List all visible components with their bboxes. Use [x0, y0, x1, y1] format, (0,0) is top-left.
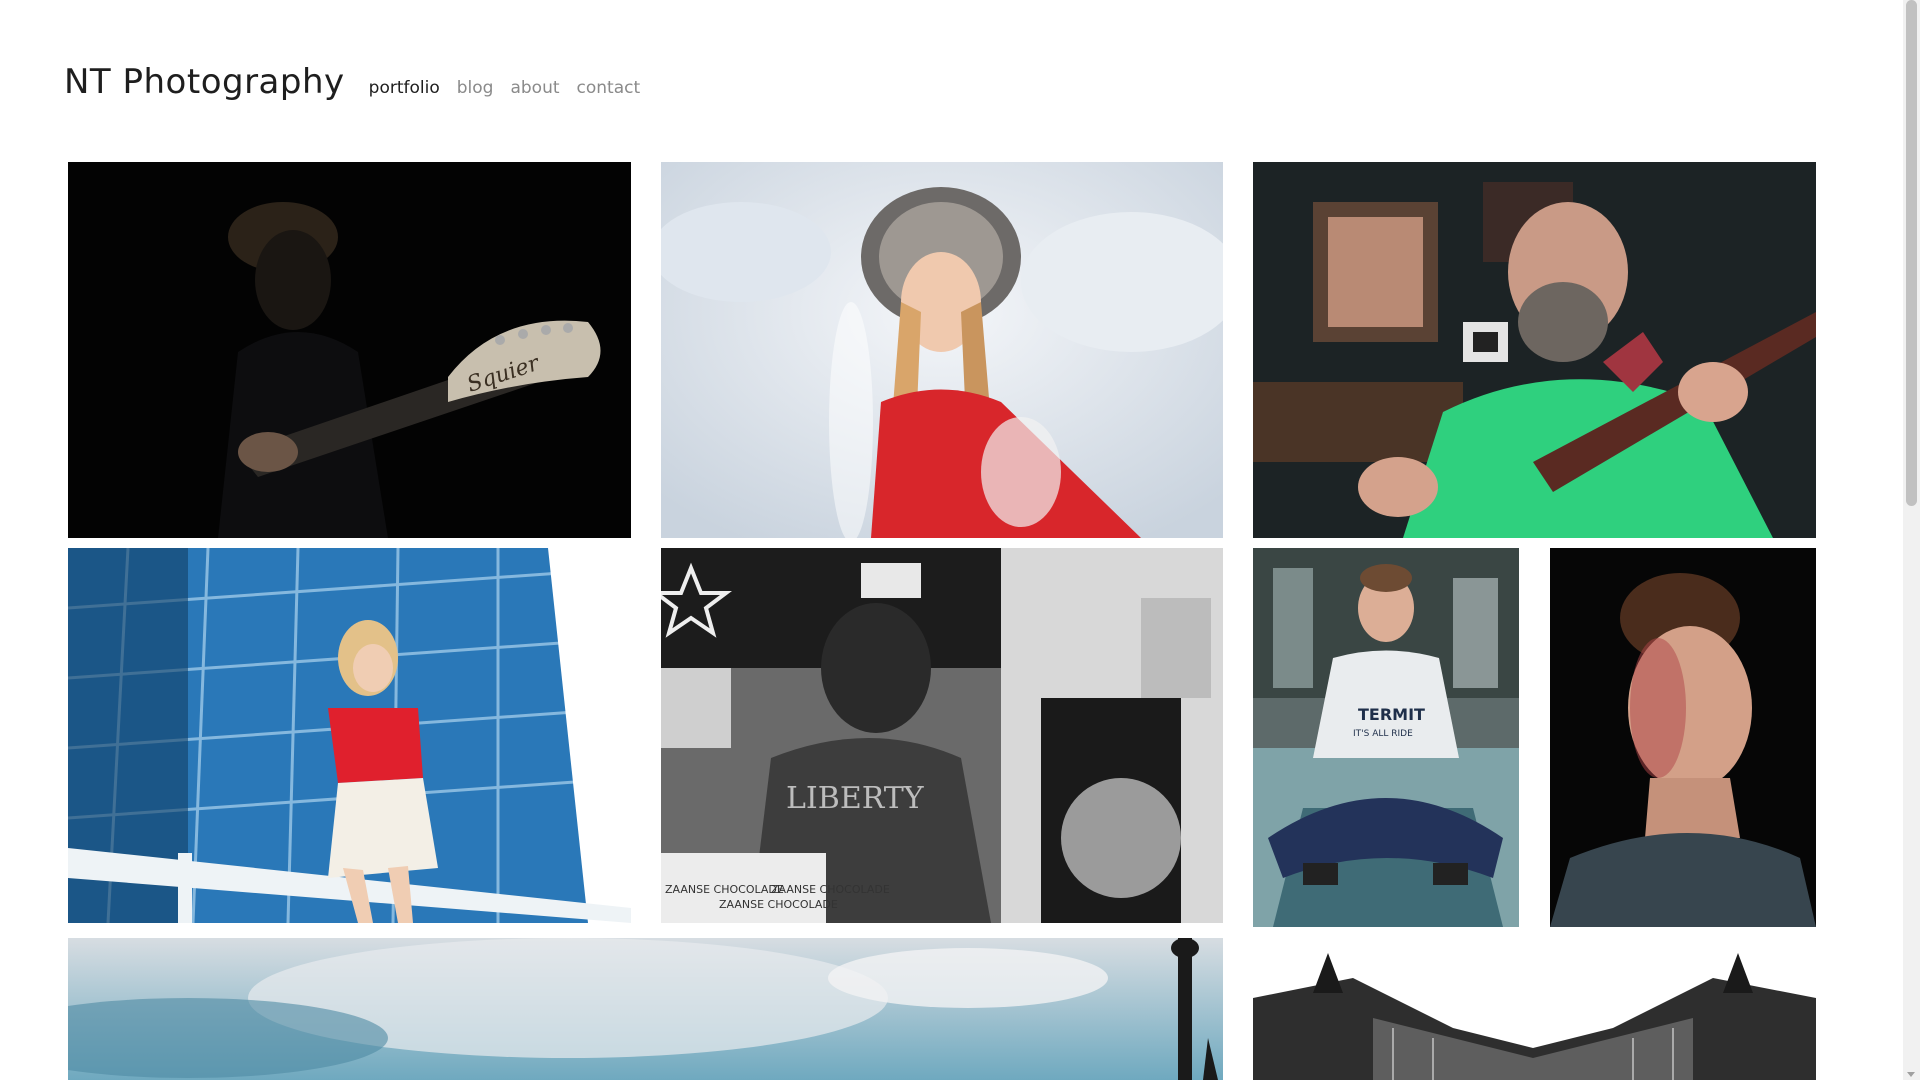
page-scrollbar[interactable] [1903, 0, 1920, 1080]
scroll-down-arrow-icon[interactable] [1907, 1072, 1915, 1077]
photo-city-skyline[interactable] [68, 938, 1223, 1080]
shirt-text-2: IT'S ALL RIDE [1353, 729, 1413, 739]
photo-guitar-boy[interactable]: Squier [68, 162, 631, 538]
site-title[interactable]: NT Photography [64, 62, 345, 102]
nav-portfolio[interactable]: portfolio [369, 78, 440, 98]
main-nav: portfolio blog about contact [369, 78, 641, 98]
package-text-2: ZAANSE CHOCOLADE [719, 898, 838, 911]
nav-contact[interactable]: contact [577, 78, 641, 98]
photo-woman-railing[interactable] [68, 548, 631, 923]
photo-cathedral[interactable] [1253, 938, 1816, 1080]
package-text-1: ZAANSE CHOCOLADE [665, 883, 784, 896]
shirt-text-1: TERMIT [1358, 705, 1425, 724]
nav-blog[interactable]: blog [457, 78, 494, 98]
nav-about[interactable]: about [510, 78, 559, 98]
package-text-3: ZAANSE CHOCOLADE [771, 883, 890, 896]
scrollbar-thumb[interactable] [1906, 0, 1917, 506]
photo-winter-girl[interactable] [661, 162, 1223, 538]
photo-young-man-portrait[interactable] [1550, 548, 1816, 927]
photo-sitting-man[interactable]: TERMIT IT'S ALL RIDE [1253, 548, 1519, 927]
shirt-text: LIBERTY [786, 781, 925, 816]
photo-bw-shopkeeper[interactable]: LIBERTY ZAANSE CHOCOLADE ZAANSE CHOCOLAD… [661, 548, 1223, 923]
photo-bassist[interactable] [1253, 162, 1816, 538]
site-header: NT Photography portfolio blog about cont… [64, 62, 640, 112]
